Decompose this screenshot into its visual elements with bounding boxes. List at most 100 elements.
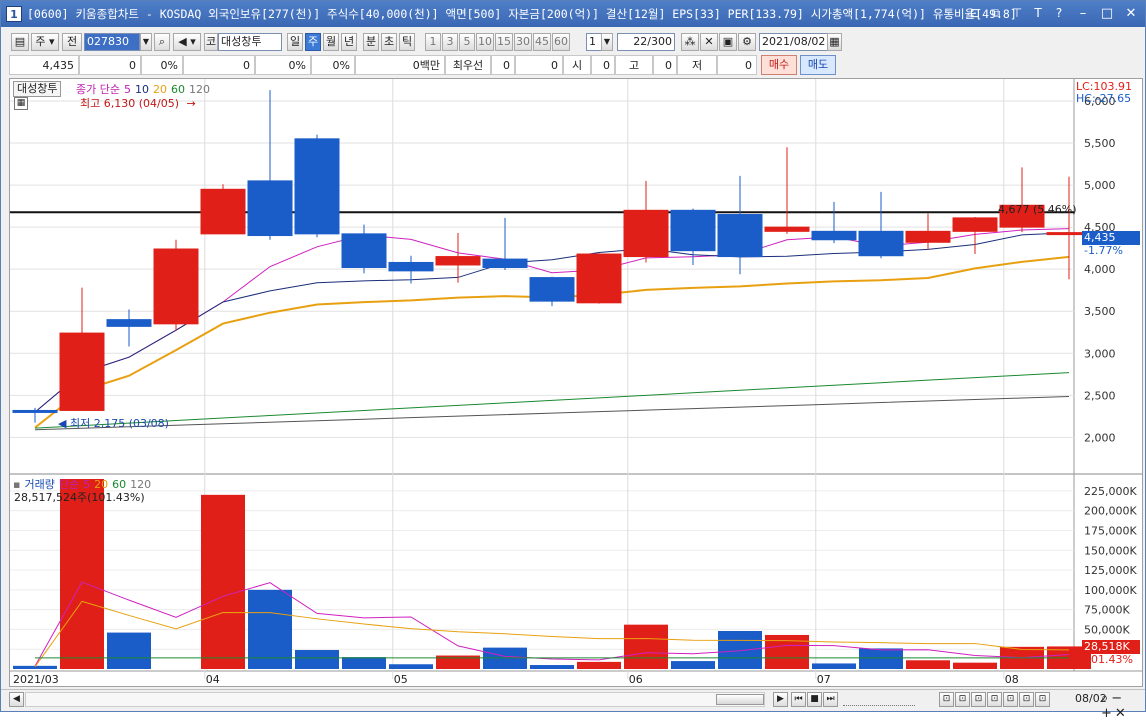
scroll-thumb[interactable] (716, 694, 764, 705)
minute-unit-button-5[interactable]: 30 (514, 33, 532, 51)
calendar-icon[interactable]: ▦ (827, 33, 842, 51)
period-button-4[interactable]: 분 (363, 33, 379, 51)
copy-window-icon[interactable]: ⧉ (988, 5, 1004, 21)
first-page-icon[interactable]: ⏮ (791, 692, 806, 707)
candle-body (294, 138, 340, 235)
hc-value: HC:-27.65 (1076, 92, 1132, 105)
candle-body (905, 230, 951, 243)
scroll-right-icon[interactable]: ▶ (773, 692, 788, 707)
min-price-marker: ◀ 최저 2,175 (03/08) (58, 417, 169, 430)
last-page-icon[interactable]: ⏭ (823, 692, 838, 707)
tool-d-icon[interactable]: ⊡ (987, 692, 1002, 707)
candle-body (623, 209, 669, 258)
candle-body (670, 209, 716, 252)
period-button-6[interactable]: 틱 (399, 33, 415, 51)
minute-unit-button-2[interactable]: 5 (459, 33, 475, 51)
tool-g-icon[interactable]: ⊡ (1035, 692, 1050, 707)
price-tick-label: 5,000 (1084, 179, 1116, 192)
speaker-icon[interactable]: ◀ ▾ (173, 33, 201, 51)
grid-toggle-icon[interactable]: ▦ (14, 97, 28, 110)
price-tick-label: 4,000 (1084, 263, 1116, 276)
period-button-3[interactable]: 년 (341, 33, 357, 51)
stock-name-field[interactable]: 대성창투 (218, 33, 282, 51)
market-select[interactable]: 주 ▾ (31, 33, 59, 51)
volume-bar (342, 657, 386, 669)
period-button-5[interactable]: 초 (381, 33, 397, 51)
current-price-tag: 4,435 (1082, 231, 1140, 245)
volume-bar (671, 661, 715, 669)
zoom-slider[interactable] (843, 693, 915, 706)
volume-tick-label: 75,000K (1084, 604, 1130, 617)
minute-unit-button-1[interactable]: 3 (442, 33, 458, 51)
price-tick-label: 2,500 (1084, 389, 1116, 402)
volume-tick-label: 50,000K (1084, 623, 1130, 636)
minute-unit-button-3[interactable]: 10 (476, 33, 494, 51)
tool-f-icon[interactable]: ⊡ (1019, 692, 1034, 707)
volume-bar (624, 624, 668, 669)
tool-e-icon[interactable]: ⊡ (1003, 692, 1018, 707)
unit-dropdown-icon[interactable]: ▼ (601, 33, 613, 51)
price-tick-label: 5,500 (1084, 137, 1116, 150)
period-button-1[interactable]: 주 (305, 33, 321, 51)
candle-body (576, 253, 622, 304)
other-pct: 0% (311, 55, 355, 75)
volume-bar (906, 660, 950, 669)
chart-area[interactable]: 6,000 5,500 5,000 4,500 4,000 3,500 3,000 2,500… (9, 78, 1143, 687)
date-input[interactable]: 2021/08/02 (759, 33, 829, 51)
open-value: 0 (591, 55, 615, 75)
tool-b-icon[interactable]: ⊡ (955, 692, 970, 707)
font-icon[interactable]: T (1030, 5, 1046, 21)
minute-unit-button-4[interactable]: 15 (495, 33, 513, 51)
code-dropdown-icon[interactable]: ▼ (140, 33, 152, 51)
volume-value: 0 (183, 55, 255, 75)
save-icon[interactable]: ▣ (719, 33, 737, 51)
indicator-icon[interactable]: ⁂ (681, 33, 699, 51)
zoom-icons[interactable]: ⌕−+✕ (1101, 691, 1145, 721)
volume-tag: 28,518K (1082, 640, 1140, 654)
period-button-2[interactable]: 월 (323, 33, 339, 51)
maximize-button[interactable]: □ (1097, 5, 1117, 23)
screen-number-icon[interactable]: 1 (6, 6, 22, 22)
layout-icon[interactable]: ▤ (11, 33, 29, 51)
scroll-track[interactable] (25, 692, 765, 707)
tool-c-icon[interactable]: ⊡ (971, 692, 986, 707)
pin-icon[interactable]: ⊤ (1009, 5, 1025, 21)
price-tick-label: 3,000 (1084, 347, 1116, 360)
help-icon[interactable]: ? (1051, 5, 1067, 21)
volume-bar (718, 631, 762, 669)
minute-unit-button-0[interactable]: 1 (425, 33, 441, 51)
prev-button[interactable]: 전 (62, 33, 82, 51)
volume-tick-label: 175,000K (1084, 524, 1137, 537)
count-value: 22 (633, 35, 648, 48)
chart-canvas[interactable]: 6,0005,5005,0004,5004,0003,5003,0002,500… (10, 79, 1142, 686)
candle-body (858, 230, 904, 257)
stock-name-label: 대성창투 (13, 81, 62, 97)
market-select-value: 주 (35, 35, 46, 48)
stock-code-input[interactable]: 027830 (84, 33, 140, 51)
title-bar[interactable]: 1 [0600] 키움종합차트 - KOSDAQ 외국인보유[277(천)] 주… (1, 1, 1145, 27)
count-input[interactable]: 22/300 (617, 33, 675, 51)
search-icon[interactable]: ⌕ (154, 33, 170, 51)
trade-amount: 0백만 (355, 55, 445, 75)
minute-unit-button-6[interactable]: 45 (533, 33, 551, 51)
settings-icon[interactable]: ⚙ (738, 33, 756, 51)
minimize-button[interactable]: – (1073, 5, 1093, 23)
volume-tick-label: 200,000K (1084, 505, 1137, 518)
open-label: 시 (563, 55, 591, 75)
volume-pct: 0% (255, 55, 311, 75)
link-icon[interactable]: ⊡ (967, 5, 983, 21)
volume-tick-label: 225,000K (1084, 485, 1137, 498)
close-button[interactable]: ✕ (1121, 5, 1141, 23)
max-price-text: 최고 6,130 (04/05) (80, 97, 180, 110)
minute-unit-button-7[interactable]: 60 (552, 33, 570, 51)
stop-icon[interactable]: ■ (807, 692, 822, 707)
scroll-left-icon[interactable]: ◀ (9, 692, 24, 707)
window-title: [0600] 키움종합차트 - KOSDAQ 외국인보유[277(천)] 주식수… (27, 7, 1017, 21)
volume-bar (389, 664, 433, 669)
tool-icon[interactable]: ✕ (700, 33, 718, 51)
bottom-toolbar: ◀ ▶ ⏮ ■ ⏭ ⊡ ⊡ ⊡ ⊡ ⊡ ⊡ ⊡ 08/02 ⌕−+✕ (1, 689, 1145, 721)
sell-button[interactable]: 매도 (800, 55, 836, 75)
tool-a-icon[interactable]: ⊡ (939, 692, 954, 707)
period-button-0[interactable]: 일 (287, 33, 303, 51)
buy-button[interactable]: 매수 (761, 55, 797, 75)
